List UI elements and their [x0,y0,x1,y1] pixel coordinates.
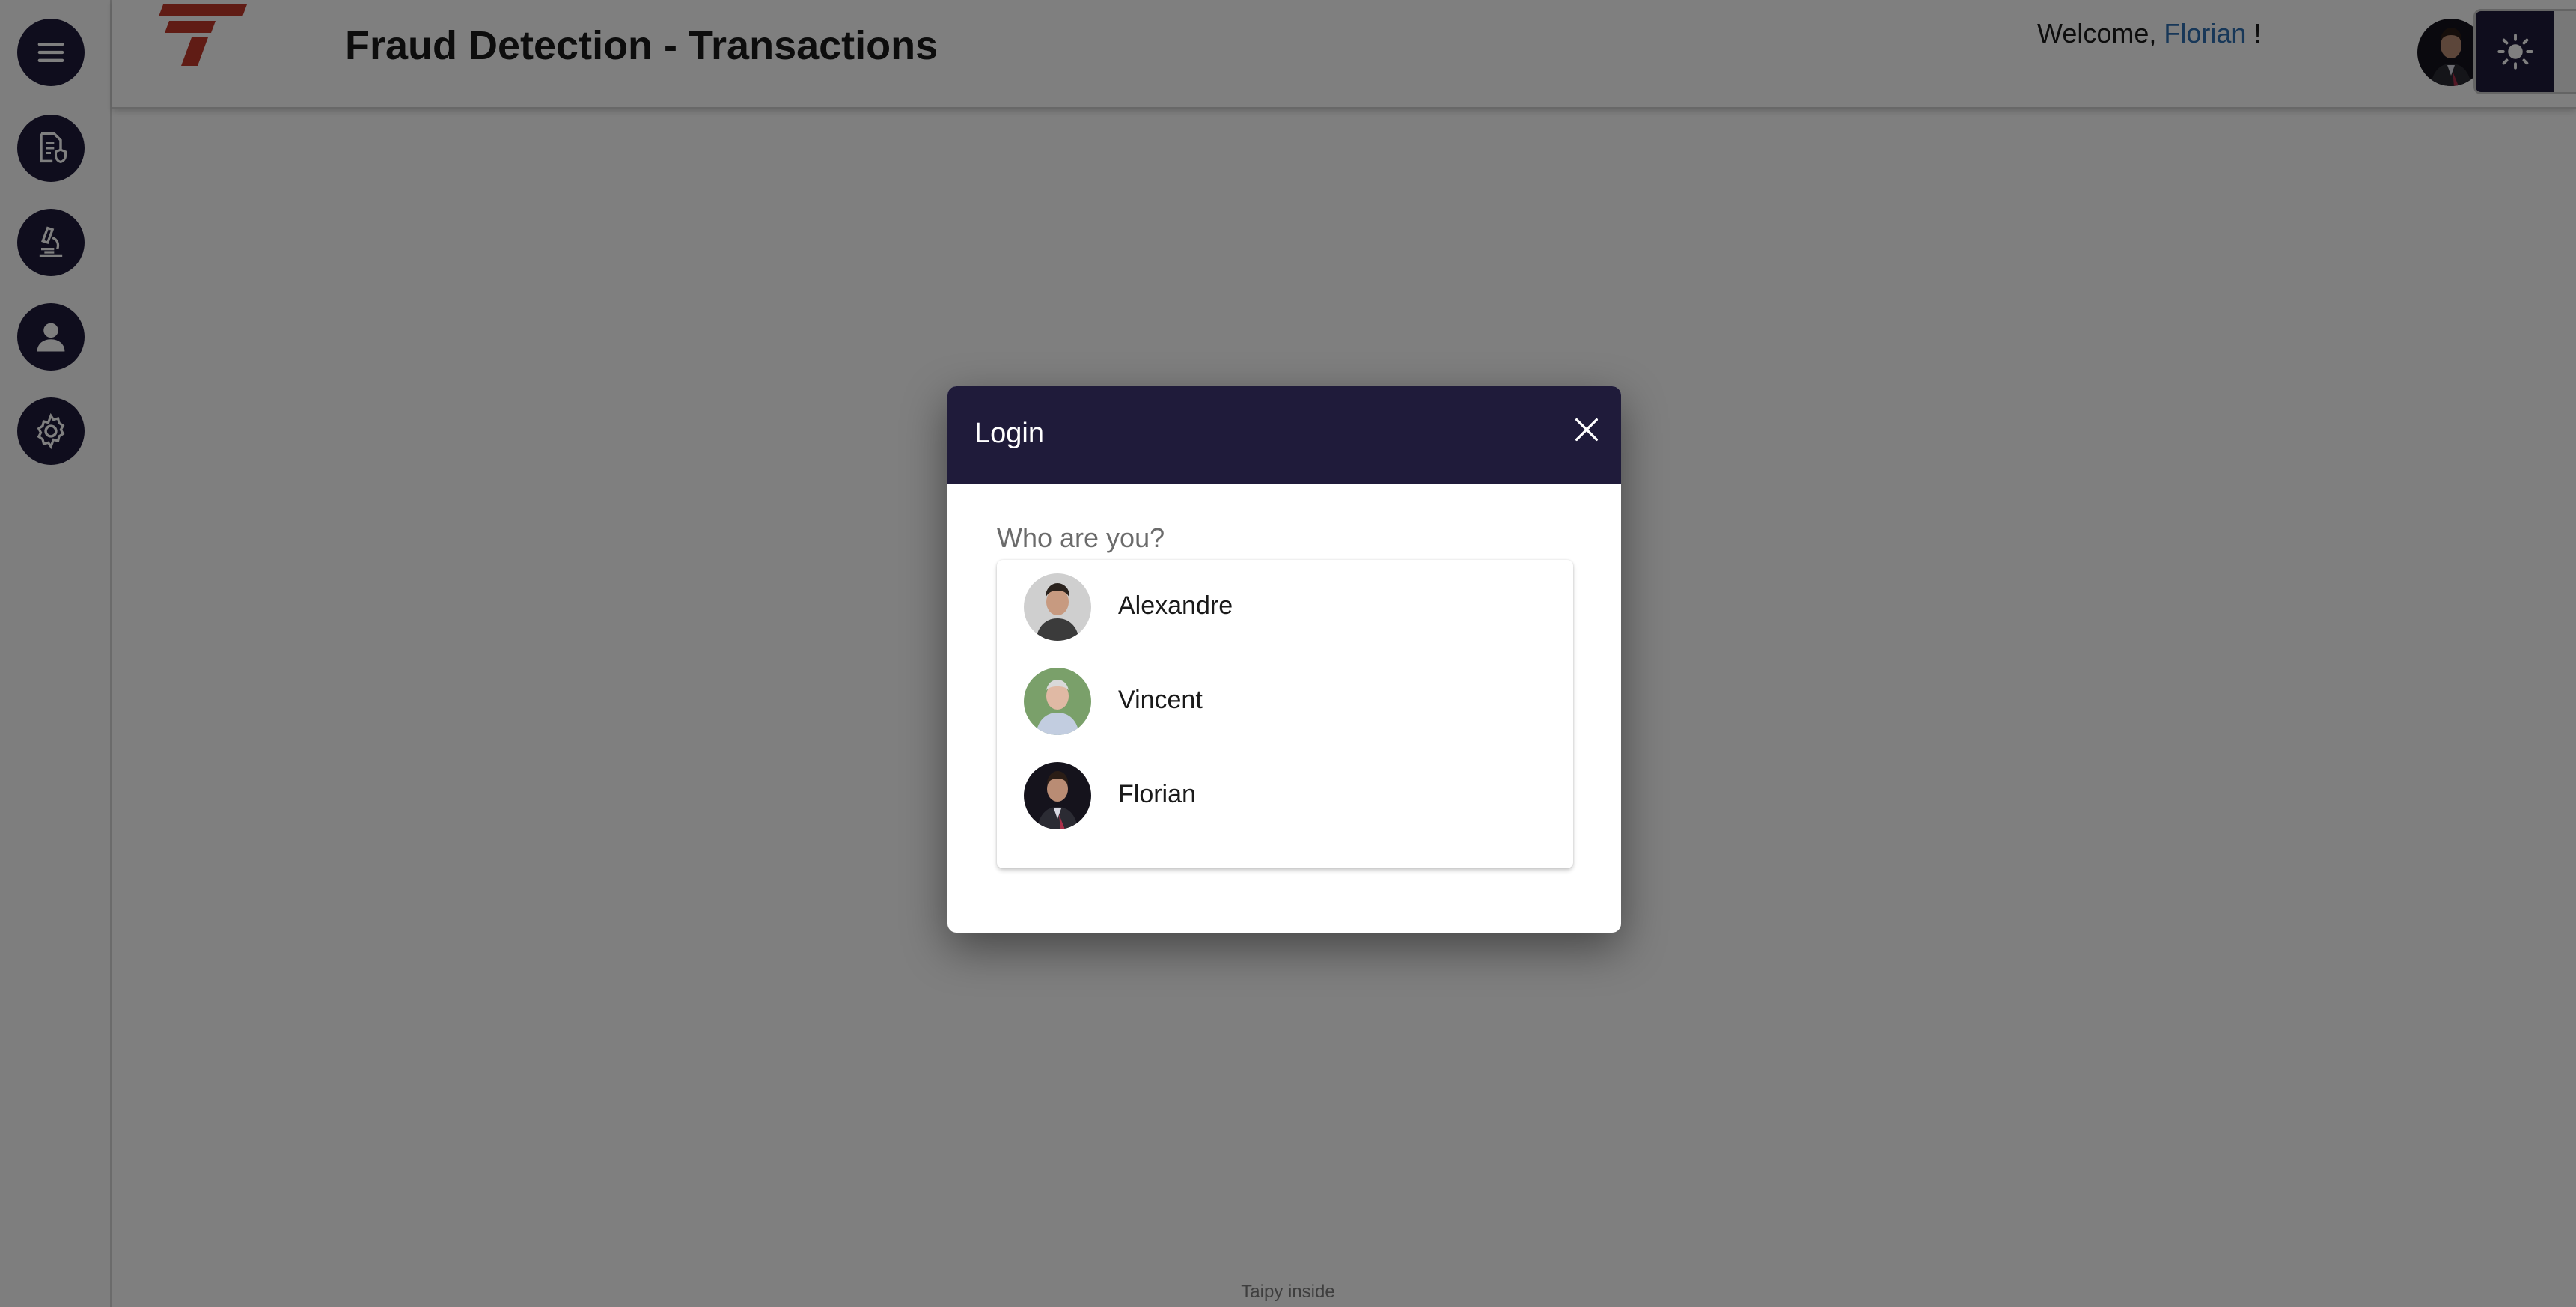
close-button[interactable] [1566,409,1608,451]
user-item-vincent[interactable]: Vincent [997,654,1573,749]
dialog-header: Login [947,386,1621,484]
user-item-florian[interactable]: Florian [997,749,1573,843]
florian-avatar-image [1024,762,1091,829]
user-item-alexandre[interactable]: Alexandre [997,560,1573,654]
user-name: Alexandre [1118,591,1233,620]
close-icon [1575,418,1598,441]
user-name: Florian [1118,780,1196,808]
login-dialog: Login Who are you? Alexandre Vincent Flo… [947,386,1621,933]
dialog-title: Login [974,418,1044,449]
user-name: Vincent [1118,686,1203,714]
avatar [1024,573,1091,641]
alexandre-avatar-image [1024,573,1091,641]
dialog-prompt: Who are you? [997,523,1165,553]
avatar [1024,668,1091,735]
avatar [1024,762,1091,829]
vincent-avatar-image [1024,668,1091,735]
user-list: Alexandre Vincent Florian [997,560,1573,868]
